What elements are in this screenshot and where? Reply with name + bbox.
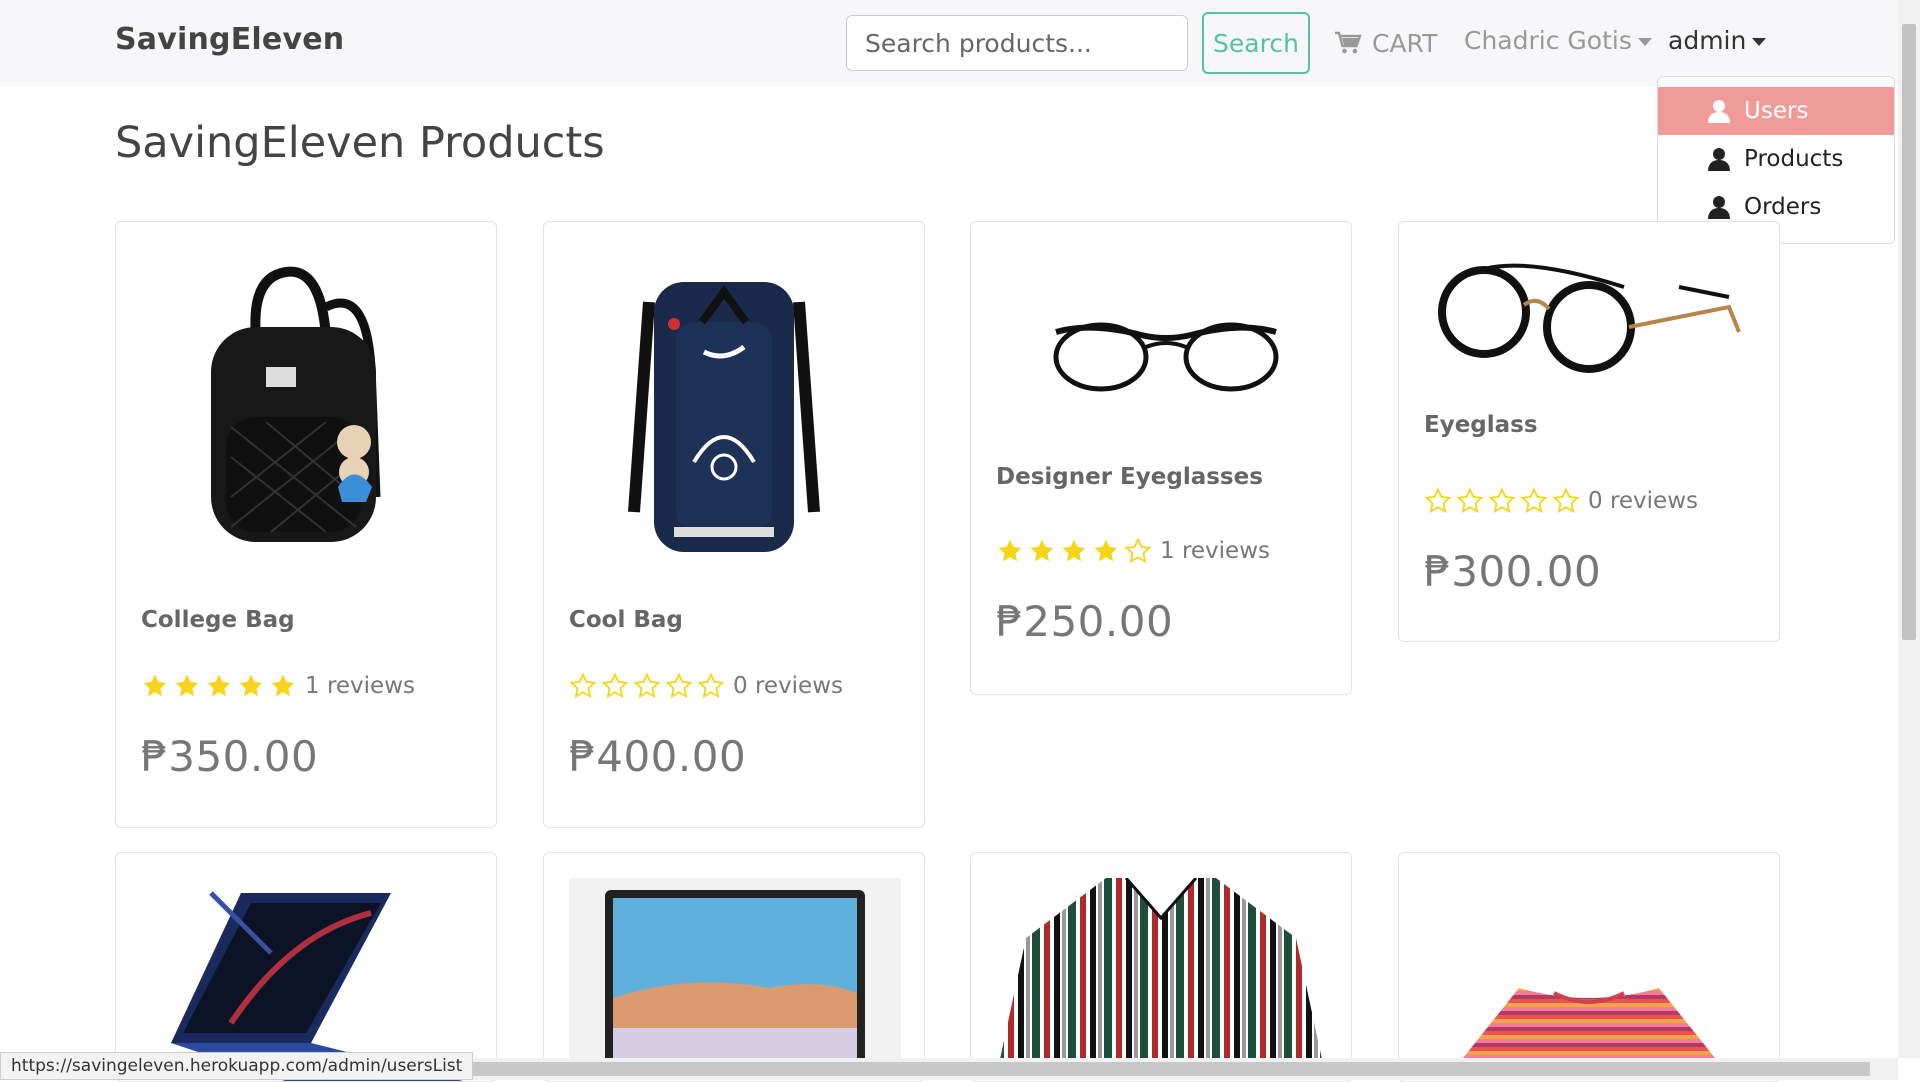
page-title: SavingEleven Products <box>115 118 605 168</box>
product-image-black-backpack[interactable] <box>176 257 416 557</box>
star-empty-icon <box>1124 537 1152 565</box>
star-empty-icon <box>633 672 661 700</box>
product-name[interactable]: Designer Eyeglasses <box>996 464 1263 490</box>
user-icon <box>1708 195 1730 219</box>
product-rating: 1 reviews <box>141 672 415 700</box>
admin-dropdown-menu: Users Products Orders <box>1657 76 1895 244</box>
product-image-black-eyeglasses[interactable] <box>1046 317 1286 397</box>
admin-label: admin <box>1668 26 1747 55</box>
product-image-striped-shirt[interactable] <box>996 878 1328 1078</box>
star-full-icon <box>1092 537 1120 565</box>
product-name[interactable]: College Bag <box>141 607 295 633</box>
star-full-icon <box>141 672 169 700</box>
product-card[interactable] <box>115 852 497 1082</box>
cart-link[interactable]: CART <box>1334 26 1437 60</box>
product-rating: 0 reviews <box>1424 487 1698 515</box>
star-empty-icon <box>1456 487 1484 515</box>
star-full-icon <box>1060 537 1088 565</box>
product-card[interactable]: Designer Eyeglasses 1 reviews ₱250.00 <box>970 221 1352 695</box>
product-card[interactable]: Cool Bag 0 reviews ₱400.00 <box>543 221 925 828</box>
product-price: ₱400.00 <box>569 732 747 781</box>
review-count: 1 reviews <box>305 673 415 699</box>
brand-logo[interactable]: SavingEleven <box>115 22 344 57</box>
user-icon <box>1708 147 1730 171</box>
star-full-icon <box>205 672 233 700</box>
review-count: 0 reviews <box>733 673 843 699</box>
review-count: 0 reviews <box>1588 488 1698 514</box>
product-price: ₱250.00 <box>996 597 1174 646</box>
star-empty-icon <box>1520 487 1548 515</box>
product-image-tablet[interactable] <box>569 878 901 1078</box>
star-empty-icon <box>569 672 597 700</box>
vertical-scrollbar[interactable] <box>1898 0 1920 1058</box>
star-full-icon <box>173 672 201 700</box>
status-bar-url: https://savingeleven.herokuapp.com/admin… <box>0 1052 474 1080</box>
dropdown-item-users[interactable]: Users <box>1658 87 1894 135</box>
shopping-cart-icon <box>1335 31 1362 54</box>
user-icon <box>1708 99 1730 123</box>
product-rating: 0 reviews <box>569 672 843 700</box>
star-empty-icon <box>697 672 725 700</box>
search-button[interactable]: Search <box>1202 12 1310 74</box>
user-menu-toggle[interactable]: Chadric Gotis <box>1464 26 1652 55</box>
product-price: ₱300.00 <box>1424 547 1602 596</box>
product-rating: 1 reviews <box>996 537 1270 565</box>
product-card[interactable]: Eyeglass 0 reviews ₱300.00 <box>1398 221 1780 642</box>
product-card[interactable]: College Bag 1 reviews ₱350.00 <box>115 221 497 828</box>
dropdown-item-label: Users <box>1744 98 1809 124</box>
star-full-icon <box>996 537 1024 565</box>
scrollbar-thumb[interactable] <box>440 1062 1870 1076</box>
product-name[interactable]: Cool Bag <box>569 607 683 633</box>
product-card[interactable] <box>970 852 1352 1082</box>
review-count: 1 reviews <box>1160 538 1270 564</box>
star-full-icon <box>237 672 265 700</box>
product-name[interactable]: Eyeglass <box>1424 412 1538 438</box>
search-input[interactable] <box>846 15 1188 71</box>
dropdown-item-label: Products <box>1744 146 1844 172</box>
product-image-round-eyeglasses[interactable] <box>1429 247 1749 387</box>
chevron-down-icon <box>1637 37 1652 46</box>
product-card[interactable] <box>1398 852 1780 1082</box>
navbar: SavingEleven Search CART Chadric Gotis a… <box>0 0 1898 86</box>
cart-label: CART <box>1372 28 1438 58</box>
star-empty-icon <box>1424 487 1452 515</box>
user-name: Chadric Gotis <box>1464 26 1632 55</box>
star-full-icon <box>269 672 297 700</box>
product-price: ₱350.00 <box>141 732 319 781</box>
admin-menu-toggle[interactable]: admin <box>1668 26 1767 55</box>
star-empty-icon <box>1488 487 1516 515</box>
star-full-icon <box>1028 537 1056 565</box>
dropdown-item-label: Orders <box>1744 194 1822 220</box>
star-empty-icon <box>601 672 629 700</box>
product-card[interactable] <box>543 852 925 1082</box>
star-empty-icon <box>1552 487 1580 515</box>
dropdown-item-products[interactable]: Products <box>1658 135 1894 183</box>
chevron-down-icon <box>1752 37 1767 46</box>
star-empty-icon <box>665 672 693 700</box>
scrollbar-thumb[interactable] <box>1902 24 1916 640</box>
product-image-navy-nike-backpack[interactable] <box>614 262 834 562</box>
product-image-striped-tshirt[interactable] <box>1459 983 1719 1063</box>
